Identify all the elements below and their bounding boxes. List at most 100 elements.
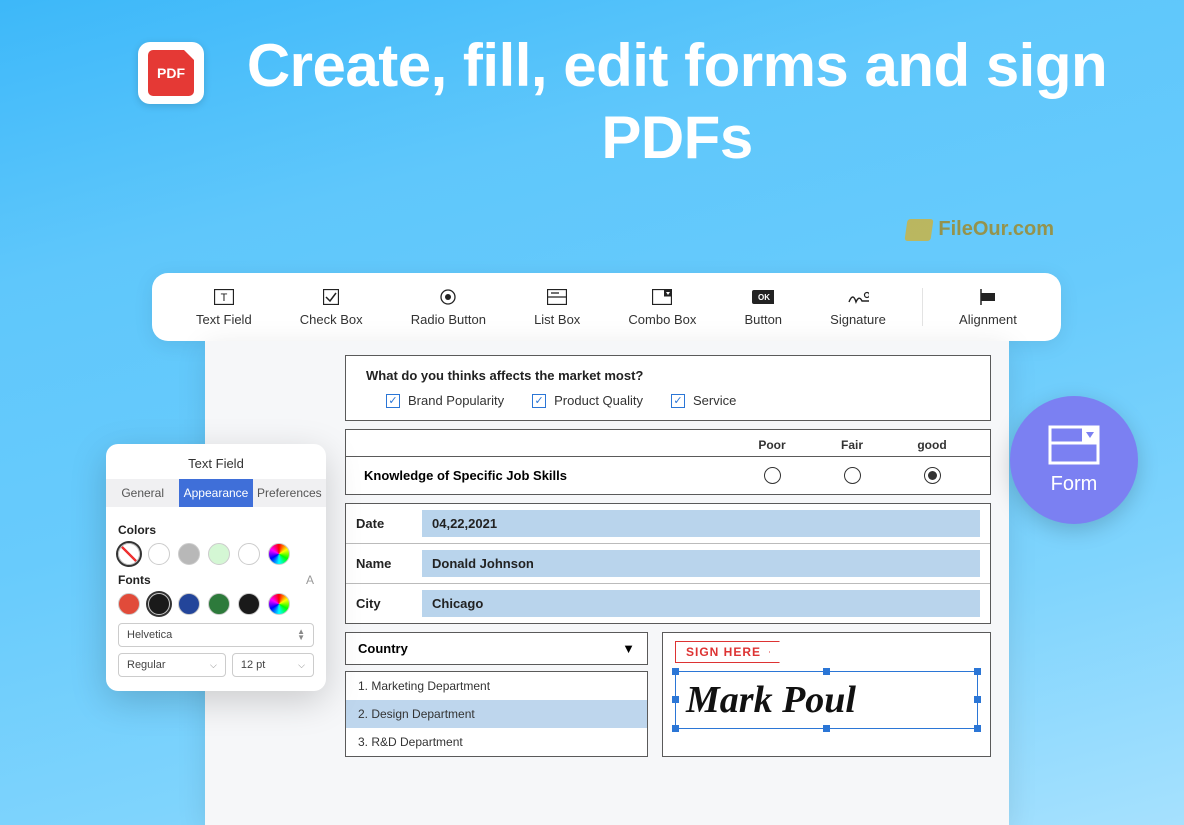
toolbar-label: Button — [744, 312, 782, 327]
font-family-select[interactable]: Helvetica ▲▼ — [118, 623, 314, 647]
rating-row: Knowledge of Specific Job Skills — [346, 456, 990, 494]
signature-box[interactable]: Mark Poul — [675, 671, 978, 729]
svg-text:T: T — [220, 292, 227, 304]
toolbar-alignment[interactable]: Alignment — [947, 288, 1029, 327]
list-item[interactable]: 2. Design Department — [346, 700, 647, 728]
button-icon: OK — [752, 288, 774, 306]
font-size-select[interactable]: 12 pt ⌵ — [232, 653, 314, 677]
chevron-down-icon: ⌵ — [210, 660, 217, 671]
resize-handle[interactable] — [823, 725, 830, 732]
resize-handle[interactable] — [974, 725, 981, 732]
panel-tabs: General Appearance Preferences — [106, 479, 326, 507]
date-field[interactable]: 04,22,2021 — [422, 510, 980, 537]
checkbox-icon — [320, 288, 342, 306]
toolbar-label: Combo Box — [628, 312, 696, 327]
rating-header: Poor Fair good — [346, 430, 990, 456]
resize-handle[interactable] — [823, 668, 830, 675]
city-label: City — [356, 596, 408, 611]
toolbar-text-field[interactable]: T Text Field — [184, 288, 264, 327]
resize-handle[interactable] — [672, 725, 679, 732]
tab-preferences[interactable]: Preferences — [253, 479, 326, 507]
question-section: What do you thinks affects the market mo… — [345, 355, 991, 421]
chevron-down-icon: ⌵ — [298, 660, 305, 671]
font-color-swatch[interactable] — [118, 593, 140, 615]
panel-title: Text Field — [106, 456, 326, 479]
country-label: Country — [358, 641, 408, 656]
watermark-text: FileOur.com — [938, 218, 1054, 241]
question-text: What do you thinks affects the market mo… — [366, 368, 970, 383]
country-column: Country ▼ 1. Marketing Department 2. Des… — [345, 632, 648, 757]
font-color-swatch-rainbow[interactable] — [268, 593, 290, 615]
combobox-icon — [651, 288, 673, 306]
tab-appearance[interactable]: Appearance — [179, 479, 252, 507]
toolbar-list-box[interactable]: List Box — [522, 288, 592, 327]
chevron-down-icon: ▼ — [622, 641, 635, 656]
toolbar-label: List Box — [534, 312, 580, 327]
toolbar-check-box[interactable]: Check Box — [288, 288, 375, 327]
city-row: City Chicago — [346, 584, 990, 623]
name-field[interactable]: Donald Johnson — [422, 550, 980, 577]
font-row: Regular ⌵ 12 pt ⌵ — [118, 653, 314, 677]
font-weight-select[interactable]: Regular ⌵ — [118, 653, 226, 677]
radio-poor[interactable] — [764, 467, 781, 484]
tab-general[interactable]: General — [106, 479, 179, 507]
rating-section: Poor Fair good Knowledge of Specific Job… — [345, 429, 991, 495]
select-arrows-icon: ▲▼ — [297, 629, 305, 641]
toolbar-label: Radio Button — [411, 312, 486, 327]
date-label: Date — [356, 516, 408, 531]
pdf-app-icon: PDF — [138, 42, 204, 104]
list-item[interactable]: 3. R&D Department — [346, 728, 647, 756]
resize-handle[interactable] — [974, 696, 981, 703]
toolbar-label: Alignment — [959, 312, 1017, 327]
alignment-icon — [977, 288, 999, 306]
country-combo[interactable]: Country ▼ — [345, 632, 648, 665]
fonts-heading: Fonts A — [118, 573, 314, 587]
list-item[interactable]: 1. Marketing Department — [346, 672, 647, 700]
color-swatch-rainbow[interactable] — [268, 543, 290, 565]
toolbar-divider — [922, 288, 923, 326]
checkbox-label: Product Quality — [554, 393, 643, 408]
form-toolbar: T Text Field Check Box Radio Button List… — [152, 273, 1061, 341]
color-swatch[interactable] — [238, 543, 260, 565]
toolbar-signature[interactable]: Signature — [818, 288, 898, 327]
checkbox-brand[interactable]: ✓ Brand Popularity — [386, 393, 504, 408]
font-color-swatch[interactable] — [148, 593, 170, 615]
city-field[interactable]: Chicago — [422, 590, 980, 617]
checkbox-service[interactable]: ✓ Service — [671, 393, 736, 408]
resize-handle[interactable] — [672, 668, 679, 675]
font-color-swatch[interactable] — [208, 593, 230, 615]
pdf-icon-badge: PDF — [148, 50, 194, 96]
date-row: Date 04,22,2021 — [346, 504, 990, 544]
checkbox-label: Service — [693, 393, 736, 408]
resize-handle[interactable] — [672, 696, 679, 703]
resize-handle[interactable] — [974, 668, 981, 675]
color-swatch[interactable] — [208, 543, 230, 565]
color-swatches — [118, 543, 314, 565]
info-section: Date 04,22,2021 Name Donald Johnson City… — [345, 503, 991, 624]
radio-fair[interactable] — [844, 467, 861, 484]
checkbox-icon: ✓ — [386, 394, 400, 408]
color-swatch[interactable] — [178, 543, 200, 565]
signature-column: SIGN HERE Mark Poul — [662, 632, 991, 757]
rating-label: Knowledge of Specific Job Skills — [364, 468, 732, 483]
font-icon: A — [306, 573, 314, 587]
rating-col-fair: Fair — [812, 438, 892, 452]
radio-good[interactable] — [924, 467, 941, 484]
form-badge-label: Form — [1051, 473, 1098, 496]
panel-body: Colors Fonts A Helvetica ▲▼ Regu — [106, 507, 326, 677]
color-swatch[interactable] — [148, 543, 170, 565]
department-listbox[interactable]: 1. Marketing Department 2. Design Depart… — [345, 671, 648, 757]
font-color-swatch[interactable] — [238, 593, 260, 615]
font-color-swatch[interactable] — [178, 593, 200, 615]
toolbar-button[interactable]: OK Button — [732, 288, 794, 327]
headline-text: Create, fill, edit forms and sign PDFs — [230, 30, 1124, 174]
radio-icon — [437, 288, 459, 306]
svg-text:OK: OK — [758, 293, 770, 302]
toolbar-combo-box[interactable]: Combo Box — [616, 288, 708, 327]
sign-here-flag: SIGN HERE — [675, 641, 780, 663]
checkbox-quality[interactable]: ✓ Product Quality — [532, 393, 643, 408]
color-swatch-none[interactable] — [118, 543, 140, 565]
toolbar-radio-button[interactable]: Radio Button — [399, 288, 498, 327]
rating-col-good: good — [892, 438, 972, 452]
form-badge[interactable]: Form — [1010, 396, 1138, 524]
